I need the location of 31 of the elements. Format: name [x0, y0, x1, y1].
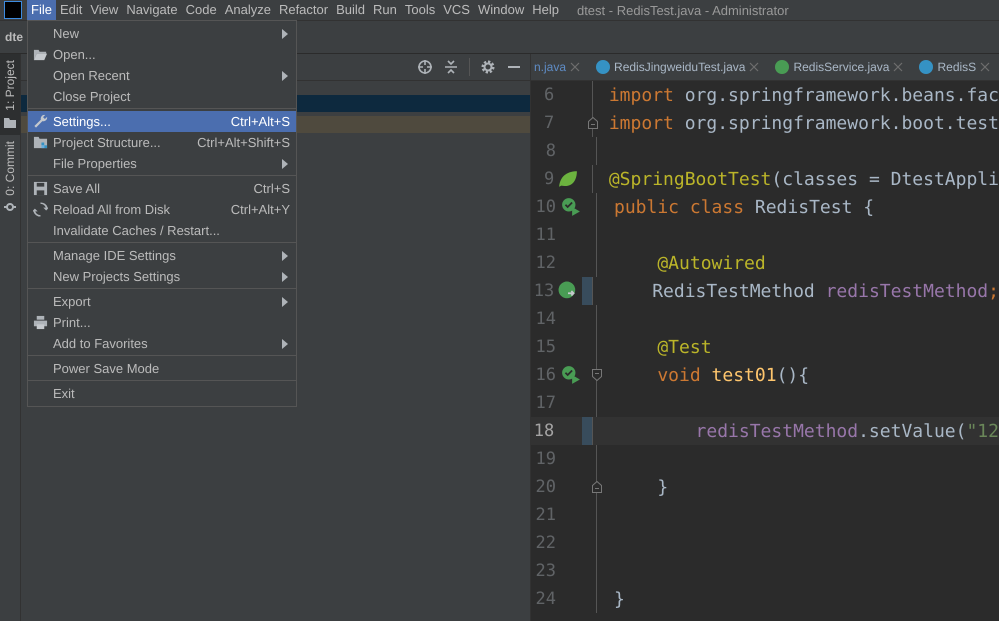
line-number: 17	[534, 393, 556, 413]
line-number: 6	[543, 85, 554, 105]
code-line: RedisTestMethod redisTestMethod;	[651, 280, 999, 302]
line-number: 18	[532, 421, 554, 441]
code-line: }	[656, 476, 668, 498]
line-number: 8	[544, 141, 556, 161]
line-number: 23	[534, 561, 556, 581]
code-line: void test01(){	[656, 364, 810, 386]
line-number: 22	[534, 533, 556, 553]
line-number: 16	[534, 365, 556, 385]
code-line: @Autowired	[656, 252, 766, 274]
line-number: 21	[534, 505, 556, 525]
code-line: redisTestMethod.setValue("12	[694, 420, 999, 442]
line-number: 7	[543, 113, 554, 133]
line-number: 12	[534, 253, 556, 273]
code-line: public class RedisTest {	[613, 196, 874, 218]
code-line: @SpringBootTest(classes = DtestAppli	[608, 168, 999, 190]
line-number: 9	[543, 169, 554, 189]
line-number: 15	[534, 337, 556, 357]
line-number: 14	[534, 309, 556, 329]
line-number: 11	[534, 225, 556, 245]
code-line: import org.springframework.beans.fac	[608, 84, 999, 106]
line-number: 24	[534, 589, 556, 609]
code-line: @Test	[656, 336, 712, 358]
line-number: 19	[534, 449, 556, 469]
code-line: import org.springframework.boot.test	[608, 112, 999, 134]
window-title: dtest - RedisTest.java - Administrator	[576, 2, 789, 18]
line-number: 10	[534, 197, 556, 217]
code-line: }	[613, 588, 625, 610]
line-number: 13	[532, 281, 554, 301]
line-number: 20	[534, 477, 556, 497]
